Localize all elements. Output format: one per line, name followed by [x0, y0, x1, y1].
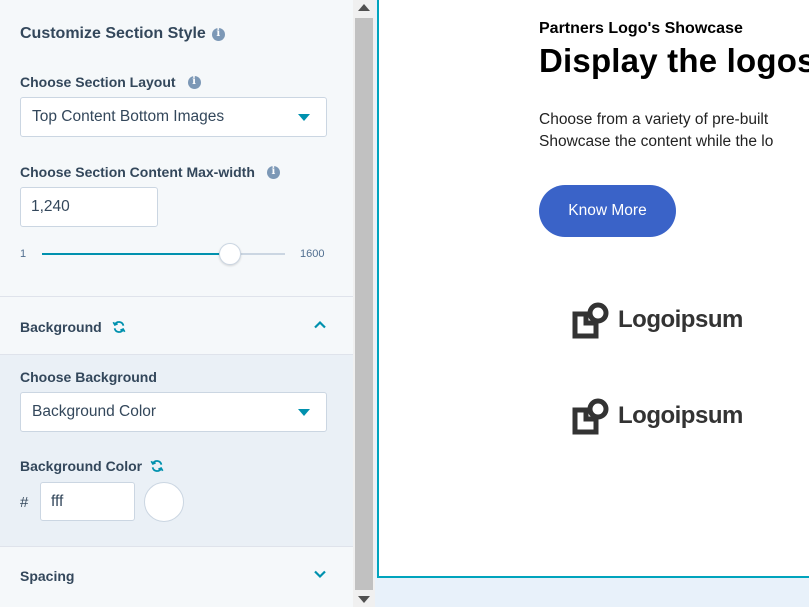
background-heading: Background [20, 319, 102, 335]
section-style-title: Customize Section Style [20, 25, 206, 42]
max-width-field-label: Choose Section Content Max-width i [20, 164, 280, 180]
dropdown-caret-icon [298, 409, 310, 416]
background-color-label: Background Color [20, 458, 164, 474]
refresh-icon[interactable] [112, 320, 126, 334]
section-style-header: Customize Section Style i [20, 25, 225, 43]
scroll-down-arrow-icon[interactable] [358, 596, 370, 603]
logo-wordmark: Logoipsum [618, 402, 743, 429]
background-color-hex-value: fff [51, 492, 64, 510]
choose-background-text: Choose Background [20, 369, 157, 385]
max-width-input[interactable]: 1,240 [20, 187, 158, 227]
logo-wordmark: Logoipsum [618, 306, 743, 333]
chevron-up-icon[interactable] [313, 318, 327, 332]
layout-field-label: Choose Section Layout i [20, 74, 201, 90]
know-more-button[interactable]: Know More [539, 185, 676, 237]
refresh-icon[interactable] [150, 459, 164, 473]
partner-logo: Logoipsum [572, 396, 743, 436]
choose-background-label: Choose Background [20, 369, 157, 385]
max-width-input-value: 1,240 [31, 198, 70, 215]
background-accordion-label: Background [20, 319, 126, 335]
info-icon[interactable]: i [211, 27, 225, 41]
info-icon[interactable]: i [187, 75, 201, 89]
info-icon[interactable]: i [266, 165, 280, 179]
hex-prefix: # [20, 494, 29, 511]
layout-label-text: Choose Section Layout [20, 74, 176, 90]
preview-body-line: Choose from a variety of pre-built [539, 111, 769, 128]
background-type-select[interactable]: Background Color [20, 392, 327, 432]
spacing-accordion-header[interactable]: Spacing [0, 547, 353, 605]
spacing-accordion-label: Spacing [20, 568, 74, 584]
section-layout-select[interactable]: Top Content Bottom Images [20, 97, 327, 137]
background-type-value: Background Color [32, 403, 157, 420]
slider-thumb[interactable] [219, 243, 242, 265]
scroll-up-arrow-icon[interactable] [358, 4, 370, 11]
partner-logo: Logoipsum [572, 300, 743, 340]
chevron-down-icon[interactable] [313, 567, 327, 581]
preview-heading: Display the logos [539, 42, 809, 79]
section-layout-value: Top Content Bottom Images [32, 108, 225, 125]
scrollbar-thumb[interactable] [355, 18, 373, 590]
max-width-slider[interactable] [42, 243, 285, 265]
background-color-text: Background Color [20, 458, 143, 474]
slider-min-label: 1 [20, 248, 27, 260]
preview-eyebrow: Partners Logo's Showcase [539, 20, 743, 37]
slider-fill [42, 253, 231, 255]
section-preview: Partners Logo's Showcase Display the log… [377, 0, 809, 578]
preview-body-text: Choose from a variety of pre-built Showc… [539, 109, 773, 153]
panel-scrollbar[interactable] [353, 0, 375, 607]
background-color-hex-input[interactable]: fff [40, 482, 135, 521]
logoipsum-mark-icon [572, 302, 609, 339]
color-picker-swatch[interactable] [144, 482, 184, 522]
preview-body-line: Showcase the content while the lo [539, 133, 774, 150]
slider-max-label: 1600 [300, 248, 325, 260]
spacing-heading: Spacing [20, 568, 75, 584]
logoipsum-mark-icon [572, 398, 609, 435]
background-accordion-header[interactable]: Background [0, 297, 353, 355]
max-width-label-text: Choose Section Content Max-width [20, 164, 255, 180]
dropdown-caret-icon [298, 114, 310, 121]
style-settings-panel: Customize Section Style i Choose Section… [0, 0, 353, 607]
